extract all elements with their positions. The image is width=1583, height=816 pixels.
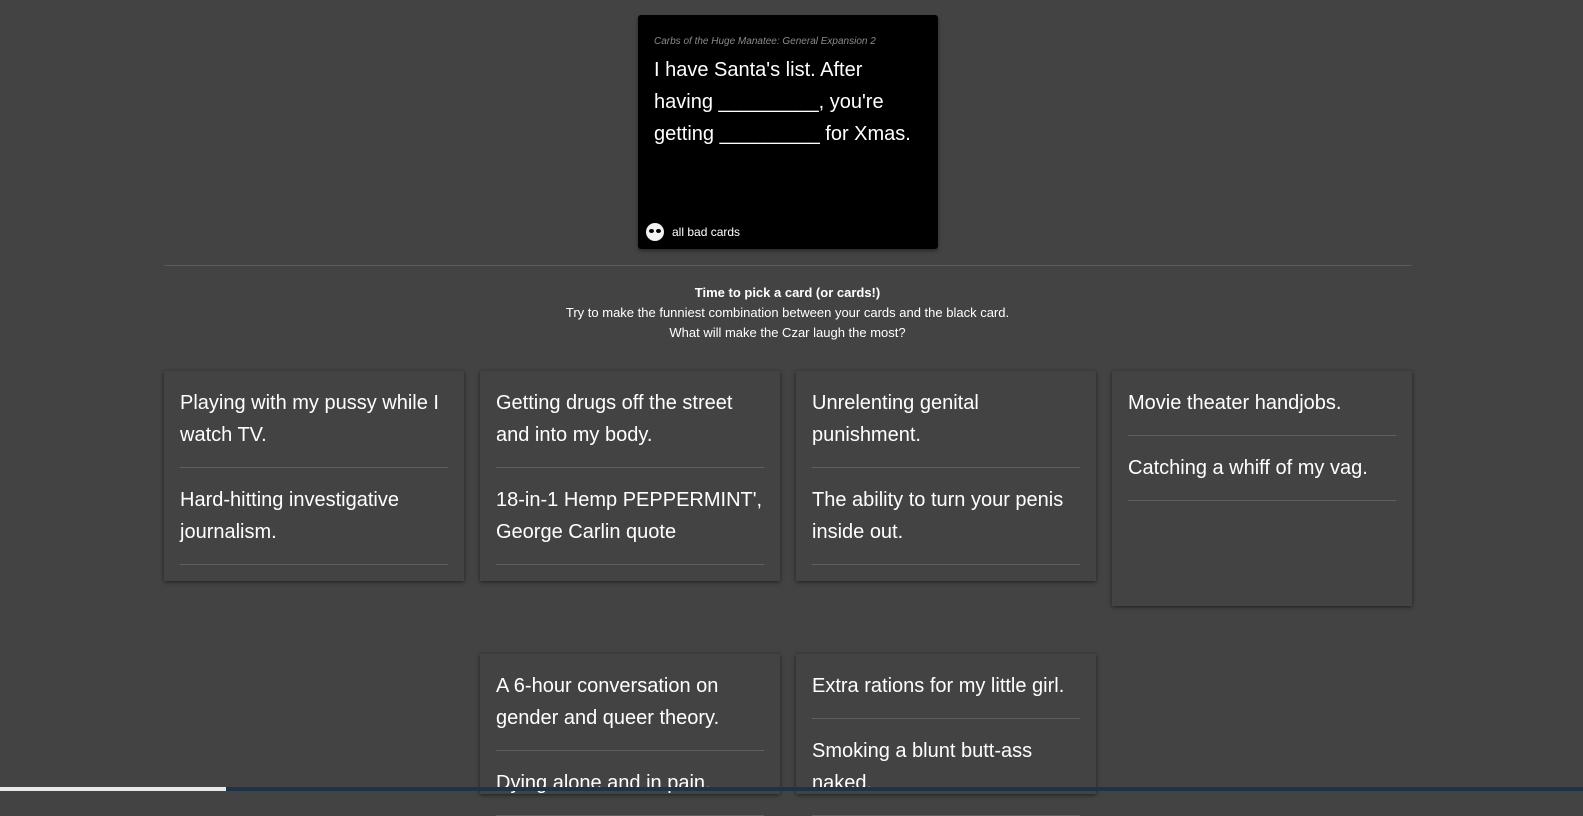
instructions-line: What will make the Czar laugh the most?: [669, 325, 906, 340]
instructions-line: Try to make the funniest combination bet…: [565, 305, 1010, 320]
answer-text: Playing with my pussy while I watch TV.: [180, 387, 448, 468]
loading-progress: [0, 787, 227, 791]
answer-card[interactable]: Movie theater handjobs. Catching a whiff…: [1112, 371, 1412, 606]
answer-text: Movie theater handjobs.: [1128, 387, 1396, 436]
answer-text: Dying alone and in pain.: [496, 767, 764, 816]
answer-text: Extra rations for my little girl.: [812, 670, 1080, 719]
answer-card[interactable]: Playing with my pussy while I watch TV. …: [164, 371, 464, 581]
answer-card[interactable]: Getting drugs off the street and into my…: [480, 371, 780, 581]
answer-text: Smoking a blunt butt-ass naked.: [812, 735, 1080, 816]
answer-text: Unrelenting genital punishment.: [812, 387, 1080, 468]
divider: [164, 265, 1412, 266]
loading-bar: [0, 787, 1583, 791]
answer-text: Getting drugs off the street and into my…: [496, 387, 764, 468]
instructions-heading: Time to pick a card (or cards!): [694, 285, 881, 300]
instructions: Time to pick a card (or cards!) Try to m…: [0, 283, 1575, 343]
answer-card[interactable]: Extra rations for my little girl. Smokin…: [796, 654, 1096, 816]
black-card-prompt: I have Santa's list. After having ______…: [654, 59, 911, 145]
answer-text: A 6-hour conversation on gender and quee…: [496, 670, 764, 751]
brand-label: all bad cards: [672, 225, 741, 239]
answer-text: The ability to turn your penis inside ou…: [812, 484, 1080, 565]
brand: all bad cards: [646, 223, 740, 241]
skull-icon: [646, 223, 664, 241]
answer-card[interactable]: A 6-hour conversation on gender and quee…: [480, 654, 780, 816]
answer-text: 18-in-1 Hemp PEPPERMINT', George Carlin …: [496, 484, 764, 565]
black-card: Carbs of the Huge Manatee: General Expan…: [638, 15, 938, 249]
answer-text: Catching a whiff of my vag.: [1128, 452, 1396, 501]
expansion-name: Carbs of the Huge Manatee: General Expan…: [654, 36, 876, 47]
answer-card[interactable]: Unrelenting genital punishment. The abil…: [796, 371, 1096, 581]
answer-text: Hard-hitting investigative journalism.: [180, 484, 448, 565]
